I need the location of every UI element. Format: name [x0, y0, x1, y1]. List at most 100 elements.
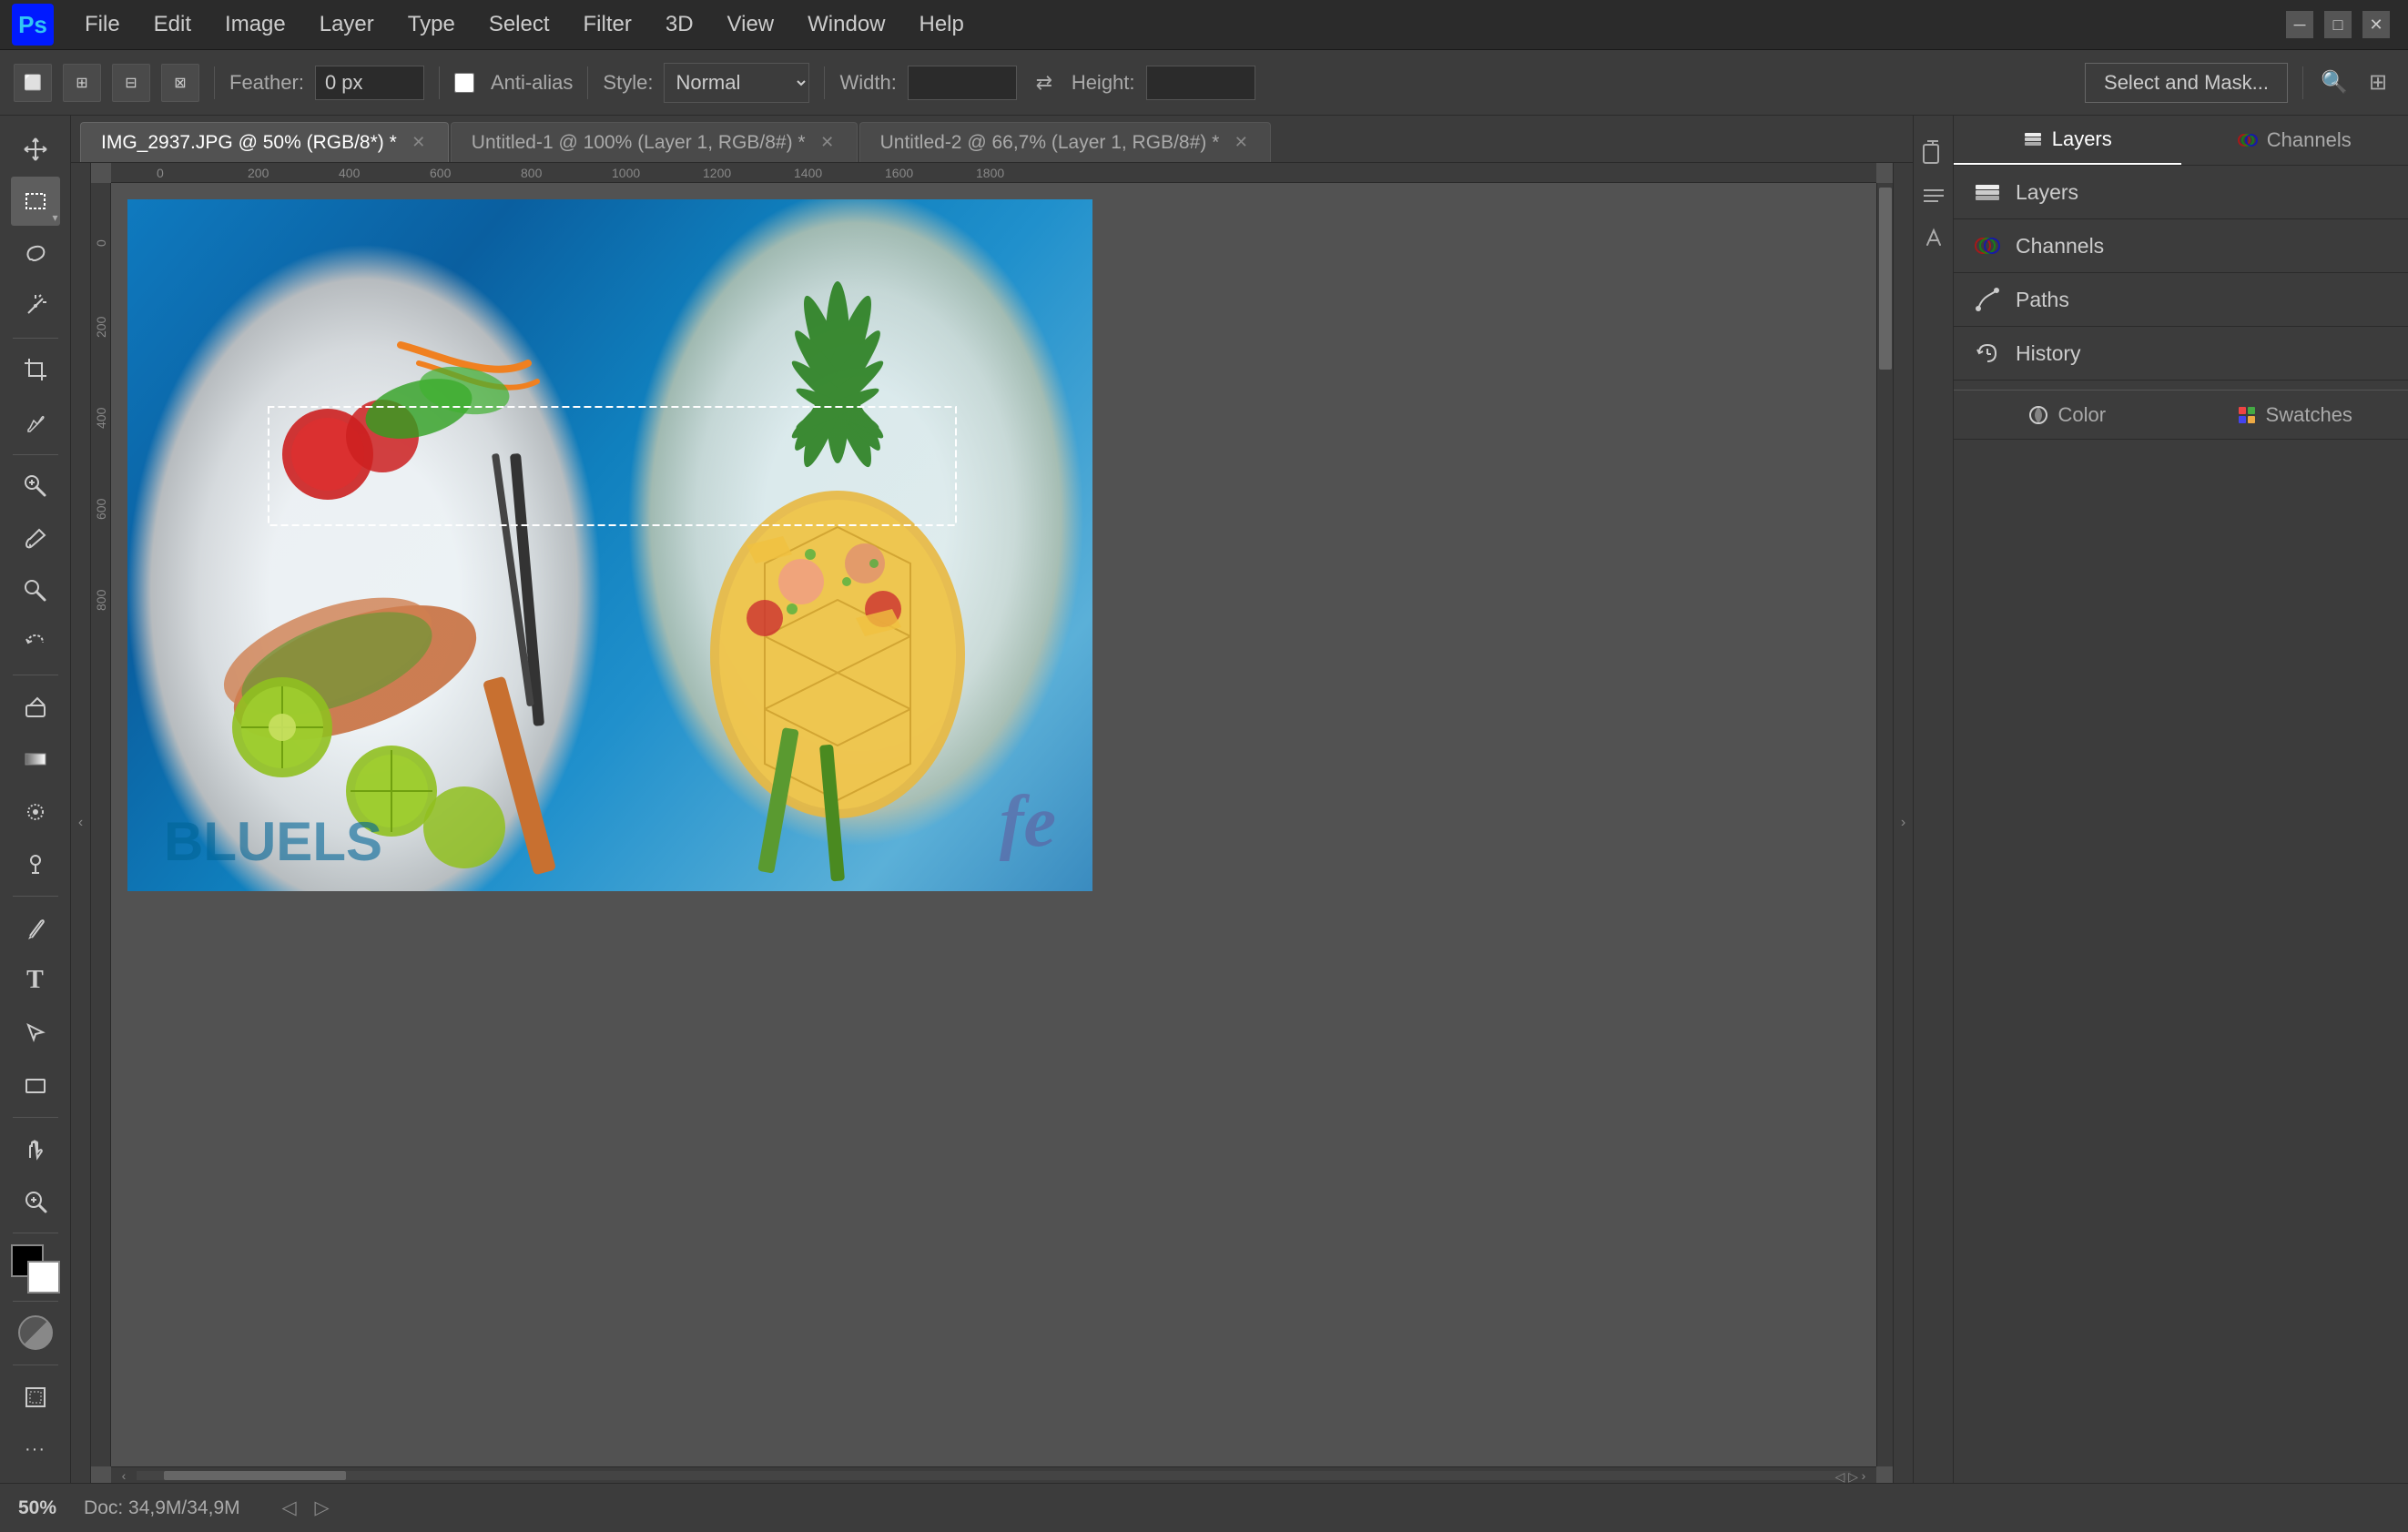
canvas-area: IMG_2937.JPG @ 50% (RGB/8*) * ✕ Untitled…	[71, 116, 1913, 1483]
panel-item-paths[interactable]: Paths	[1954, 273, 2408, 326]
menu-file[interactable]: File	[70, 6, 135, 43]
text-style-btn[interactable]	[1916, 221, 1951, 256]
channels-tab-label: Channels	[2267, 128, 2352, 152]
scrollbar-thumb-vertical[interactable]	[1879, 188, 1892, 370]
brush-tool[interactable]	[11, 514, 60, 563]
hand-tool[interactable]	[11, 1125, 60, 1173]
select-mask-btn[interactable]: Select and Mask...	[2085, 63, 2288, 103]
eyedropper-tool[interactable]	[11, 398, 60, 446]
color-tool[interactable]	[11, 1244, 60, 1293]
height-input[interactable]	[1146, 66, 1255, 100]
height-label: Height:	[1072, 71, 1135, 95]
menu-image[interactable]: Image	[210, 6, 300, 43]
more-tools-btn[interactable]: ···	[11, 1425, 60, 1474]
lasso-tool[interactable]	[11, 229, 60, 278]
nav-next-btn[interactable]: ▷	[310, 1496, 335, 1521]
panel-history-icon	[1972, 338, 2003, 369]
background-color[interactable]	[27, 1261, 60, 1294]
scrollbar-vertical[interactable]	[1876, 183, 1893, 1466]
menu-help[interactable]: Help	[905, 6, 979, 43]
feather-label: Feather:	[229, 71, 304, 95]
right-collapse-btn[interactable]: ›	[1893, 163, 1913, 1483]
swap-dimensions-btn[interactable]: ⇄	[1028, 66, 1061, 99]
photoshop-logo: Ps	[12, 4, 54, 46]
panel-item-channels[interactable]: Channels	[1954, 219, 2408, 272]
history-brush-tool[interactable]	[11, 619, 60, 667]
right-collapse-icon: ›	[1901, 815, 1905, 831]
left-collapse-btn[interactable]: ‹	[71, 163, 91, 1483]
rectangular-marquee-tool[interactable]: ▾	[11, 177, 60, 225]
tab-label-0: IMG_2937.JPG @ 50% (RGB/8*) *	[101, 132, 397, 154]
canvas-viewport[interactable]: 0 200 400 600 800 1000 1200 1400 1600 18…	[91, 163, 1893, 1483]
nav-prev-btn[interactable]: ◁	[277, 1496, 302, 1521]
tools-sep-5	[13, 1117, 58, 1118]
path-select-tool[interactable]	[11, 1009, 60, 1057]
text-tool-panel	[1913, 116, 1953, 1483]
tab-label-1: Untitled-1 @ 100% (Layer 1, RGB/8#) *	[472, 132, 806, 154]
screen-mode-btn[interactable]	[11, 1373, 60, 1421]
menu-edit[interactable]: Edit	[139, 6, 206, 43]
move-tool[interactable]	[11, 125, 60, 173]
svg-text:1400: 1400	[794, 166, 822, 180]
swatches-tab[interactable]: Swatches	[2181, 391, 2408, 439]
menu-type[interactable]: Type	[393, 6, 470, 43]
menu-view[interactable]: View	[713, 6, 789, 43]
scroll-thumb-horizontal[interactable]	[164, 1471, 346, 1480]
new-selection-btn[interactable]: ⬜	[14, 64, 52, 102]
scroll-track-h	[137, 1471, 1851, 1480]
subtract-selection-btn[interactable]: ⊟	[112, 64, 150, 102]
tab-close-2[interactable]: ✕	[1232, 134, 1250, 152]
spot-heal-tool[interactable]	[11, 462, 60, 511]
color-tab-label: Color	[2057, 403, 2106, 427]
text-align-btn[interactable]	[1916, 178, 1951, 212]
menu-layer[interactable]: Layer	[305, 6, 389, 43]
tools-sep-2	[13, 454, 58, 455]
anti-alias-checkbox[interactable]	[454, 73, 474, 93]
pen-tool[interactable]	[11, 904, 60, 952]
quick-mask-btn[interactable]	[11, 1309, 60, 1357]
style-select[interactable]: Normal Fixed Ratio Fixed Size	[664, 63, 809, 103]
gradient-tool[interactable]	[11, 736, 60, 784]
arrange-btn[interactable]: ⊞	[2362, 66, 2394, 99]
channels-tab[interactable]: Channels	[2181, 116, 2408, 165]
tab-untitled2[interactable]: Untitled-2 @ 66,7% (Layer 1, RGB/8#) * ✕	[859, 122, 1272, 162]
clone-stamp-tool[interactable]	[11, 566, 60, 614]
menu-window[interactable]: Window	[793, 6, 899, 43]
scroll-left-btn[interactable]: ‹	[111, 1468, 137, 1483]
intersect-selection-btn[interactable]: ⊠	[161, 64, 199, 102]
scrollbar-horizontal[interactable]: ‹ › ◁ ▷	[111, 1466, 1876, 1483]
text-rotate-btn[interactable]	[1916, 134, 1951, 168]
toolbar-separator-4	[824, 66, 825, 99]
blur-tool[interactable]	[11, 787, 60, 836]
search-btn[interactable]: 🔍	[2318, 66, 2351, 99]
zoom-tool[interactable]	[11, 1177, 60, 1225]
tab-close-1[interactable]: ✕	[818, 134, 837, 152]
tab-untitled1[interactable]: Untitled-1 @ 100% (Layer 1, RGB/8#) * ✕	[451, 122, 858, 162]
canvas-working-area[interactable]: BLUELS fe	[118, 190, 1876, 1466]
magic-wand-tool[interactable]	[11, 281, 60, 330]
crop-tool[interactable]	[11, 346, 60, 394]
menu-select[interactable]: Select	[474, 6, 564, 43]
type-tool[interactable]: T	[11, 956, 60, 1004]
color-tab[interactable]: Color	[1954, 391, 2181, 439]
menu-3d[interactable]: 3D	[651, 6, 708, 43]
shape-tool[interactable]	[11, 1060, 60, 1109]
width-input[interactable]	[908, 66, 1017, 100]
minimize-btn[interactable]: ─	[2286, 11, 2313, 38]
eraser-tool[interactable]	[11, 683, 60, 731]
tab-close-0[interactable]: ✕	[410, 134, 428, 152]
zoom-level: 50%	[18, 1497, 56, 1519]
panel-item-layers[interactable]: Layers	[1954, 166, 2408, 218]
add-selection-btn[interactable]: ⊞	[63, 64, 101, 102]
close-btn[interactable]: ✕	[2362, 11, 2390, 38]
panel-item-history[interactable]: History	[1954, 327, 2408, 380]
feather-input[interactable]	[315, 66, 424, 100]
menu-filter[interactable]: Filter	[569, 6, 646, 43]
tab-img2937[interactable]: IMG_2937.JPG @ 50% (RGB/8*) * ✕	[80, 122, 449, 162]
dodge-tool[interactable]	[11, 839, 60, 888]
layers-tab[interactable]: Layers	[1954, 116, 2181, 165]
scroll-page-info: ◁ ▷	[1835, 1469, 1858, 1482]
maximize-btn[interactable]: □	[2324, 11, 2352, 38]
tab-label-2: Untitled-2 @ 66,7% (Layer 1, RGB/8#) *	[880, 132, 1220, 154]
left-collapse-icon: ‹	[78, 815, 83, 831]
